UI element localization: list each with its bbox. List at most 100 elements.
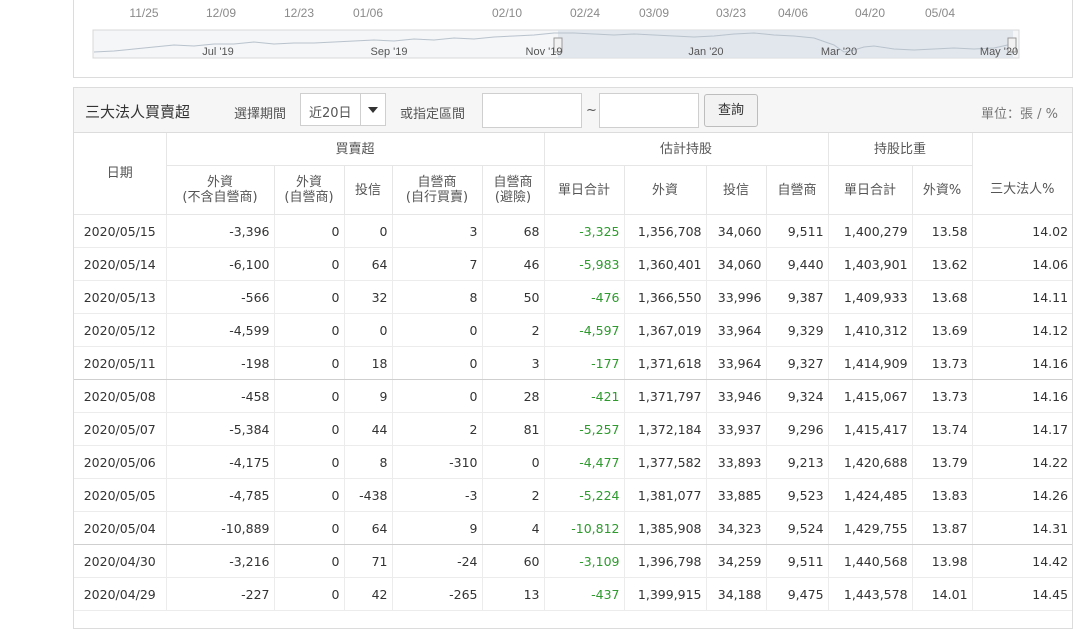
value-cell: 7 bbox=[392, 247, 483, 281]
value-cell: -4,175 bbox=[166, 445, 275, 479]
value-cell: 33,885 bbox=[706, 478, 767, 512]
value-cell: 34,323 bbox=[706, 511, 767, 545]
table-row: 2020/05/11 -198 0 18 0 3 -177 1,371,618 33,964 9,… bbox=[74, 346, 1073, 380]
value-cell: 33,937 bbox=[706, 412, 767, 446]
table-row: 2020/05/07 -5,384 0 44 2 81 -5,257 1,372,184 33,… bbox=[74, 412, 1073, 446]
query-button[interactable]: 查詢 bbox=[704, 94, 758, 127]
value-cell: -5,983 bbox=[544, 247, 625, 281]
value-cell: 81 bbox=[482, 412, 545, 446]
value-cell: 60 bbox=[482, 544, 545, 578]
value-cell: 0 bbox=[392, 313, 483, 347]
value-cell: 1,440,568 bbox=[828, 544, 913, 578]
value-cell: 0 bbox=[344, 214, 393, 248]
chevron-down-icon[interactable] bbox=[360, 94, 385, 125]
col-hold-dealer: 自營商 bbox=[766, 165, 829, 215]
col-foreign-ex-line1: 外資 bbox=[206, 175, 233, 190]
col-dealer-hedge-line2: (避險) bbox=[494, 190, 532, 205]
value-cell: 0 bbox=[274, 478, 345, 512]
col-foreign-ex: 外資 (不含自營商) bbox=[166, 165, 275, 215]
value-cell: 13.73 bbox=[912, 346, 973, 380]
value-cell: -6,100 bbox=[166, 247, 275, 281]
value-cell: -5,257 bbox=[544, 412, 625, 446]
value-cell: 44 bbox=[344, 412, 393, 446]
col-total-pct: 三大法人% bbox=[972, 165, 1073, 215]
value-cell: 13.98 bbox=[912, 544, 973, 578]
value-cell: 8 bbox=[344, 445, 393, 479]
top-date-tick: 12/23 bbox=[284, 6, 314, 20]
value-cell: 0 bbox=[392, 346, 483, 380]
value-cell: 1,424,485 bbox=[828, 478, 913, 512]
value-cell: 33,946 bbox=[706, 379, 767, 413]
date-cell: 2020/05/04 bbox=[74, 511, 167, 545]
value-cell: 2 bbox=[392, 412, 483, 446]
navigator-tick: Jan '20 bbox=[688, 46, 723, 58]
period-select[interactable]: 近20日 bbox=[300, 93, 386, 126]
value-cell: 1,367,019 bbox=[624, 313, 707, 347]
top-date-tick: 05/04 bbox=[925, 6, 955, 20]
value-cell: 13.79 bbox=[912, 445, 973, 479]
range-label: 或指定區間 bbox=[400, 107, 466, 122]
value-cell: 13.68 bbox=[912, 280, 973, 314]
col-dealer-hedge: 自營商 (避險) bbox=[482, 165, 545, 215]
chart-navigator-svg[interactable]: 11/25 12/09 12/23 01/06 02/10 02/24 03/09 03/23… bbox=[74, 0, 1072, 77]
value-cell: 0 bbox=[274, 544, 345, 578]
date-cell: 2020/05/07 bbox=[74, 412, 167, 446]
value-cell: 1,381,077 bbox=[624, 478, 707, 512]
value-cell: 0 bbox=[274, 379, 345, 413]
value-cell: -3,396 bbox=[166, 214, 275, 248]
value-cell: 1,385,908 bbox=[624, 511, 707, 545]
col-foreign-dealer: 外資 (自營商) bbox=[274, 165, 345, 215]
navigator-tick: Jul '19 bbox=[202, 46, 233, 58]
value-cell: 33,893 bbox=[706, 445, 767, 479]
value-cell: 13.62 bbox=[912, 247, 973, 281]
value-cell: 34,060 bbox=[706, 214, 767, 248]
value-cell: 46 bbox=[482, 247, 545, 281]
value-cell: -198 bbox=[166, 346, 275, 380]
value-cell: 0 bbox=[274, 445, 345, 479]
navigator-tick: May '20 bbox=[980, 46, 1018, 58]
value-cell: 34,188 bbox=[706, 577, 767, 611]
value-cell: 14.16 bbox=[972, 379, 1073, 413]
value-cell: 0 bbox=[274, 412, 345, 446]
top-date-tick: 04/06 bbox=[778, 6, 808, 20]
value-cell: 3 bbox=[392, 214, 483, 248]
holding-group-header: 估計持股 bbox=[544, 133, 829, 166]
value-cell: 13.69 bbox=[912, 313, 973, 347]
institutional-trading-panel: 三大法人買賣超 選擇期間 近20日 或指定區間 ~ 查詢 單位：張 / % 日期… bbox=[73, 87, 1073, 629]
value-cell: -4,785 bbox=[166, 478, 275, 512]
value-cell: 64 bbox=[344, 511, 393, 545]
value-cell: 14.01 bbox=[912, 577, 973, 611]
value-cell: 13.74 bbox=[912, 412, 973, 446]
value-cell: 13.73 bbox=[912, 379, 973, 413]
table-row: 2020/05/15 -3,396 0 0 3 68 -3,325 1,356,708 34,0… bbox=[74, 214, 1073, 248]
value-cell: 9,511 bbox=[766, 214, 829, 248]
value-cell: 18 bbox=[344, 346, 393, 380]
institutional-trading-table: 日期 買賣超 估計持股 持股比重 外資 (不含自營商) 外資 (自營商) 投信 … bbox=[74, 133, 1073, 611]
col-dealer-self-line1: 自營商 bbox=[417, 175, 457, 190]
value-cell: -4,599 bbox=[166, 313, 275, 347]
start-date-input[interactable] bbox=[482, 93, 582, 128]
value-cell: -3 bbox=[392, 478, 483, 512]
value-cell: 14.06 bbox=[972, 247, 1073, 281]
value-cell: 9,327 bbox=[766, 346, 829, 380]
top-date-tick: 12/09 bbox=[206, 6, 236, 20]
value-cell: 14.42 bbox=[972, 544, 1073, 578]
end-date-input[interactable] bbox=[599, 93, 699, 128]
value-cell: 1,371,618 bbox=[624, 346, 707, 380]
value-cell: -566 bbox=[166, 280, 275, 314]
value-cell: 9,511 bbox=[766, 544, 829, 578]
value-cell: 9,296 bbox=[766, 412, 829, 446]
value-cell: -437 bbox=[544, 577, 625, 611]
value-cell: 14.17 bbox=[972, 412, 1073, 446]
range-separator: ~ bbox=[586, 103, 597, 118]
date-header: 日期 bbox=[74, 133, 167, 215]
value-cell: 1,415,067 bbox=[828, 379, 913, 413]
table-row: 2020/05/14 -6,100 0 64 7 46 -5,983 1,360,401 34,… bbox=[74, 247, 1073, 281]
col-hold-total: 單日合計 bbox=[828, 165, 913, 215]
value-cell: -3,109 bbox=[544, 544, 625, 578]
date-cell: 2020/04/29 bbox=[74, 577, 167, 611]
period-label: 選擇期間 bbox=[234, 107, 287, 122]
value-cell: 9,523 bbox=[766, 478, 829, 512]
period-select-value: 近20日 bbox=[309, 106, 352, 121]
value-cell: 0 bbox=[274, 214, 345, 248]
